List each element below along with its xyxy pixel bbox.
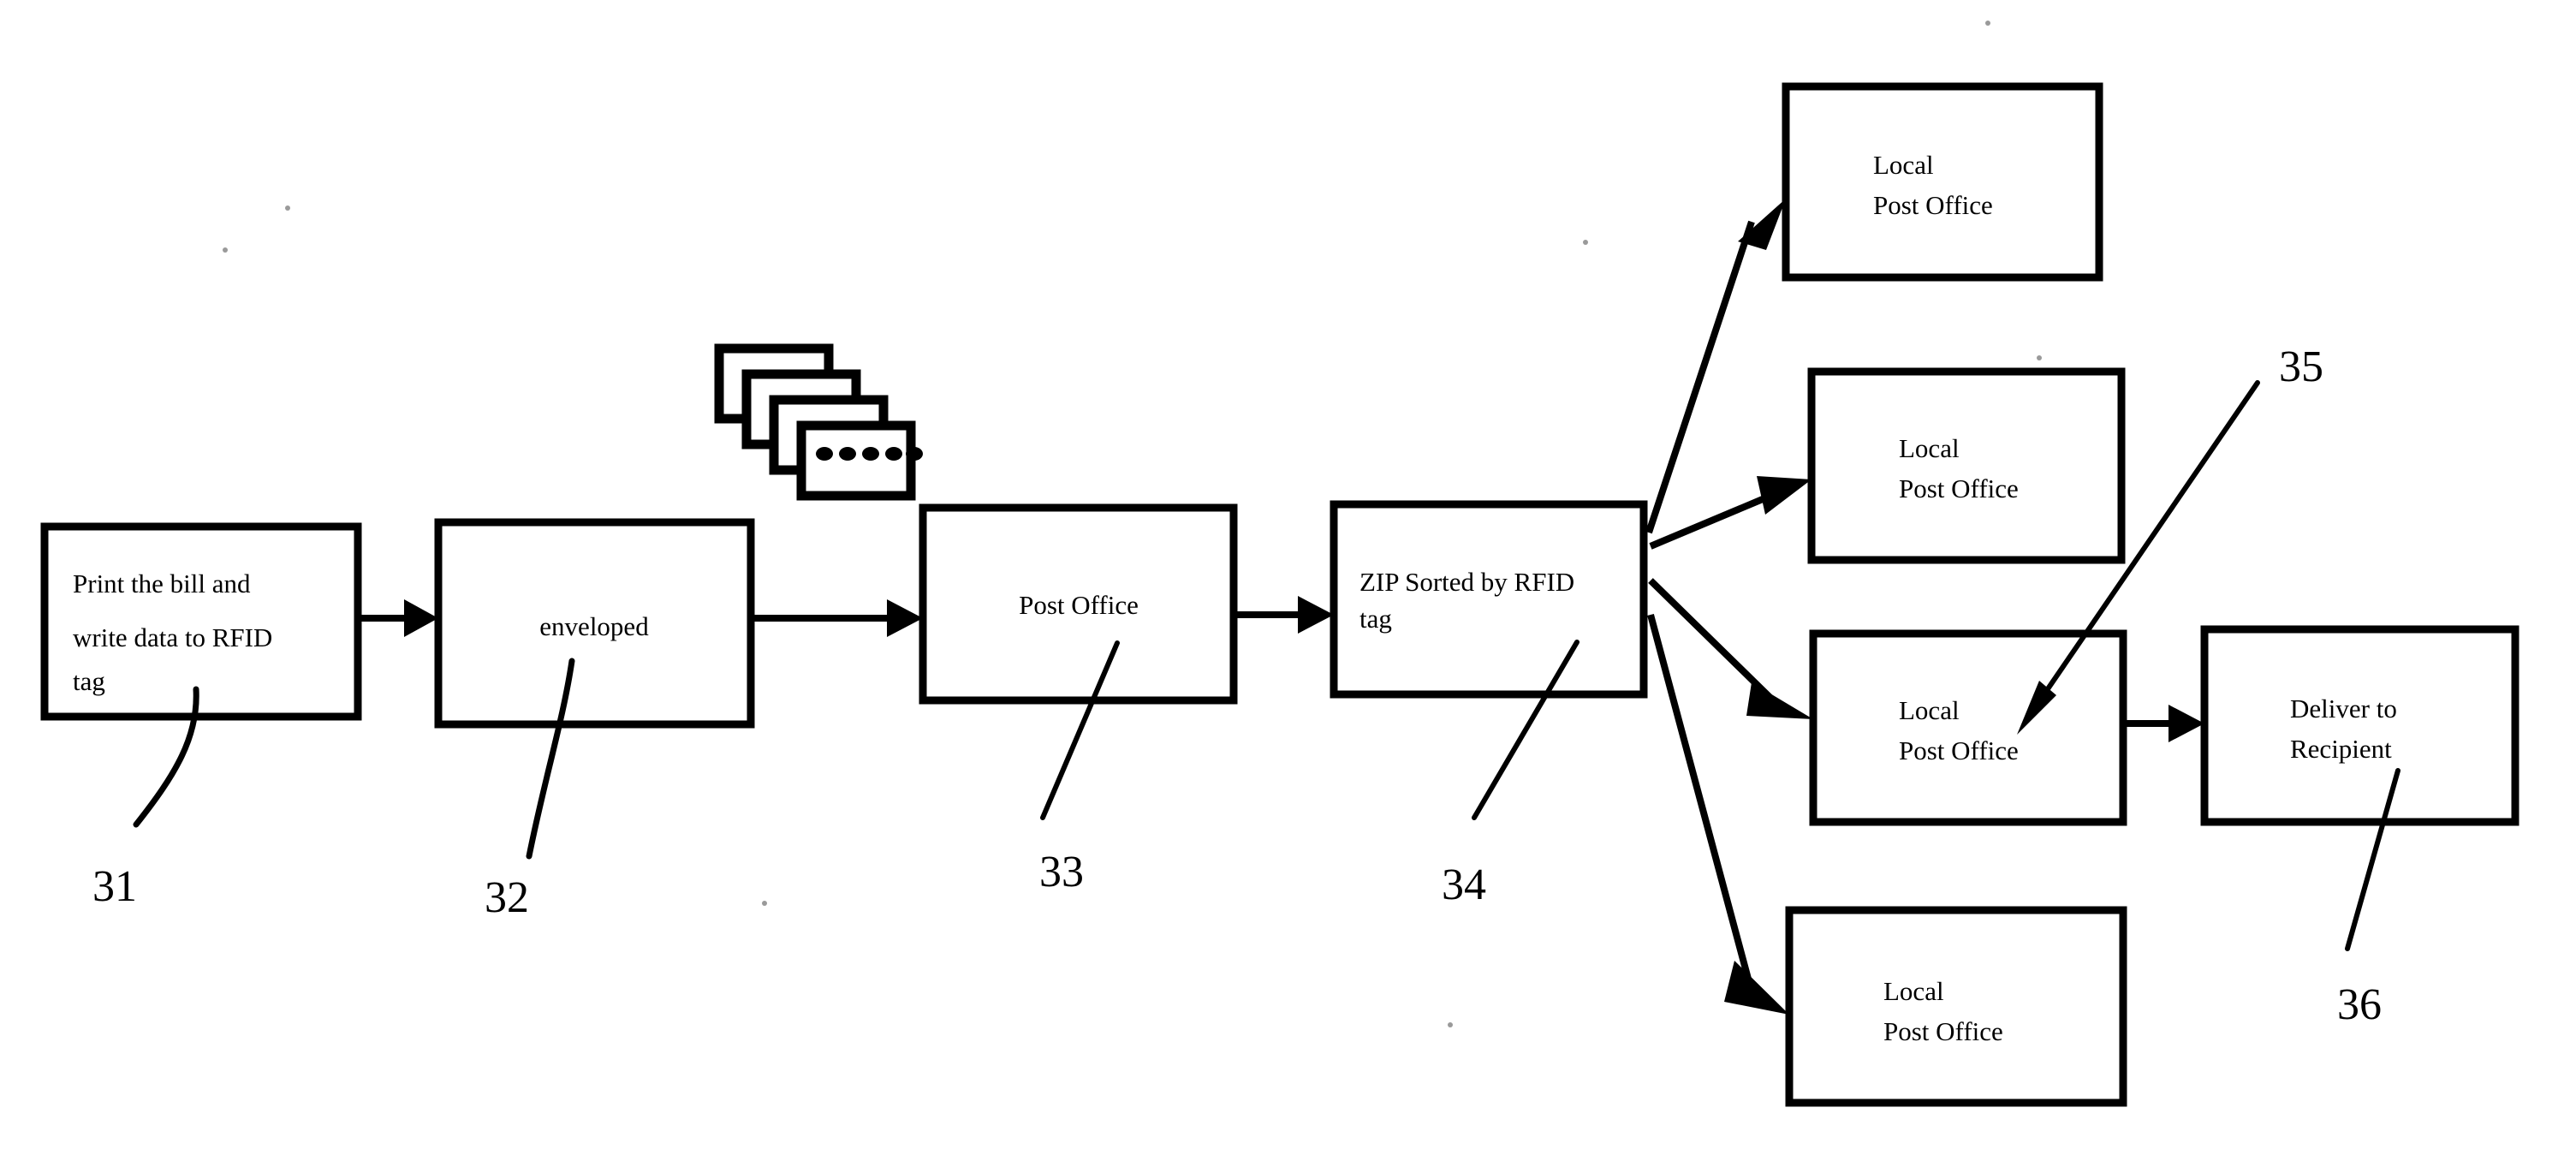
node-enveloped[interactable]: enveloped bbox=[434, 518, 755, 729]
node-deliver-to-recipient-line-1: Deliver to bbox=[2290, 694, 2397, 723]
node-zip-sorted-line-1: ZIP Sorted by RFID bbox=[1359, 567, 1574, 597]
node-local-post-office-4[interactable]: Local Post Office bbox=[1785, 906, 2127, 1107]
node-local-post-office-2-line-2: Post Office bbox=[1899, 473, 2019, 503]
reference-31-number: 31 bbox=[92, 862, 137, 911]
node-print-bill-line-3: tag bbox=[73, 666, 105, 696]
node-local-post-office-3[interactable]: Local Post Office bbox=[1809, 629, 2127, 826]
node-post-office[interactable]: Post Office bbox=[919, 503, 1238, 705]
node-local-post-office-3-line-1: Local bbox=[1899, 695, 1960, 725]
node-enveloped-label: enveloped bbox=[539, 611, 649, 641]
node-deliver-to-recipient-line-2: Recipient bbox=[2290, 734, 2392, 764]
node-print-bill-line-2: write data to RFID bbox=[73, 622, 272, 652]
reference-35-number: 35 bbox=[2279, 342, 2323, 391]
reference-36-number: 36 bbox=[2337, 980, 2382, 1029]
node-local-post-office-1[interactable]: Local Post Office bbox=[1782, 82, 2103, 282]
node-local-post-office-4-line-2: Post Office bbox=[1883, 1016, 2003, 1046]
node-local-post-office-3-line-2: Post Office bbox=[1899, 735, 2019, 765]
node-zip-sorted-line-2: tag bbox=[1359, 604, 1392, 634]
node-zip-sorted[interactable]: ZIP Sorted by RFID tag bbox=[1330, 500, 1648, 699]
node-local-post-office-2[interactable]: Local Post Office bbox=[1807, 367, 2126, 564]
node-deliver-to-recipient[interactable]: Deliver to Recipient bbox=[2200, 625, 2519, 826]
node-local-post-office-2-line-1: Local bbox=[1899, 433, 1960, 463]
page-background bbox=[0, 0, 2576, 1167]
reference-32-number: 32 bbox=[485, 873, 529, 922]
reference-33-number: 33 bbox=[1039, 848, 1084, 896]
node-local-post-office-1-line-1: Local bbox=[1873, 150, 1934, 180]
node-print-bill-line-1: Print the bill and bbox=[73, 569, 251, 598]
reference-34-number: 34 bbox=[1442, 860, 1486, 909]
node-local-post-office-1-line-2: Post Office bbox=[1873, 190, 1993, 220]
figure-canvas: Print the bill and write data to RFID ta… bbox=[0, 0, 2576, 1167]
node-local-post-office-4-line-1: Local bbox=[1883, 976, 1944, 1006]
node-print-bill[interactable]: Print the bill and write data to RFID ta… bbox=[40, 522, 362, 721]
patent-flow-diagram: Print the bill and write data to RFID ta… bbox=[0, 0, 2576, 1167]
node-post-office-label: Post Office bbox=[1019, 590, 1139, 620]
